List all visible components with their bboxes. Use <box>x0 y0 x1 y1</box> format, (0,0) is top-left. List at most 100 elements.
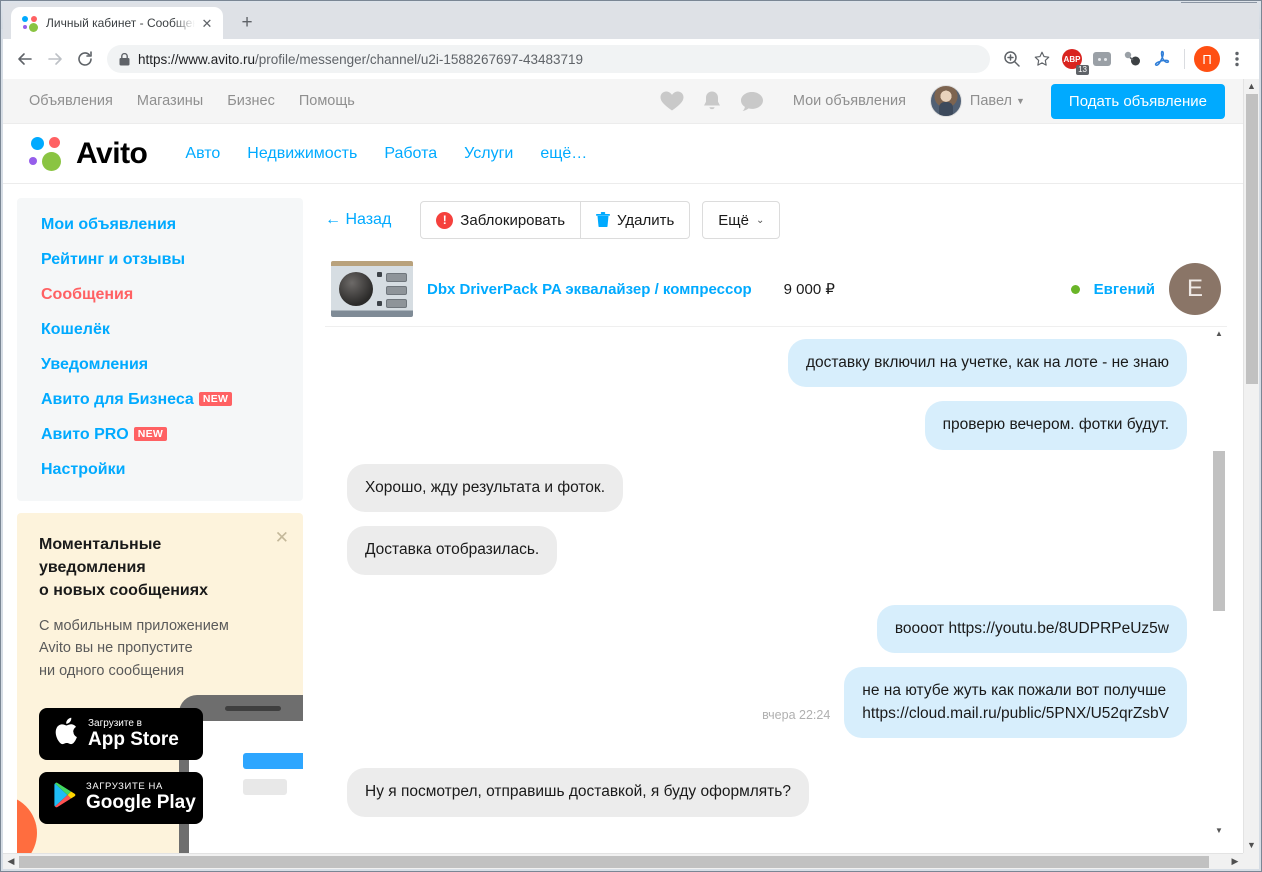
close-tab-icon[interactable]: ✕ <box>199 15 215 31</box>
promo-text-line3: ни одного сообщения <box>39 662 185 679</box>
browser-window: Личный кабинет - Сообщения - Ав ✕ + http… <box>3 3 1259 869</box>
mainnav-item-realestate[interactable]: Недвижимость <box>247 145 357 163</box>
sidebar-item-label: Рейтинг и отзывы <box>41 251 186 268</box>
acrobat-extension-icon[interactable] <box>1148 45 1176 73</box>
scroll-up-icon[interactable]: ▲ <box>1247 79 1256 94</box>
browser-tabstrip: Личный кабинет - Сообщения - Ав ✕ + <box>3 3 1259 39</box>
item-price: 9 000 ₽ <box>783 281 835 298</box>
appstore-main: App Store <box>88 728 179 750</box>
topnav-item-business[interactable]: Бизнес <box>227 93 275 109</box>
mainnav-item-jobs[interactable]: Работа <box>384 145 437 163</box>
zoom-icon[interactable] <box>998 45 1026 73</box>
peer-name[interactable]: Евгений <box>1094 281 1155 298</box>
googleplay-badge[interactable]: ЗАГРУЗИТЕ НА Google Play <box>39 771 203 824</box>
scroll-right-icon[interactable]: ▶ <box>1227 856 1243 867</box>
avito-dots-icon <box>29 135 67 173</box>
profile-avatar[interactable]: П <box>1193 45 1221 73</box>
kebab-menu-icon[interactable] <box>1223 45 1251 73</box>
googleplay-sub: ЗАГРУЗИТЕ НА <box>86 780 163 792</box>
googleplay-main: Google Play <box>86 792 196 814</box>
extension-gray-icon[interactable] <box>1088 45 1116 73</box>
message-row: доставку включил на учетке, как на лоте … <box>347 339 1187 388</box>
mainnav-item-auto[interactable]: Авто <box>185 145 220 163</box>
tab-title: Личный кабинет - Сообщения - Ав <box>46 16 195 30</box>
peer-avatar[interactable]: Е <box>1169 263 1221 315</box>
sidebar-item-my-ads[interactable]: Мои объявления <box>41 216 279 234</box>
mainnav-item-services[interactable]: Услуги <box>464 145 513 163</box>
avito-logo[interactable]: Avito <box>29 135 148 173</box>
new-tab-button[interactable]: + <box>233 8 261 36</box>
scroll-down-icon[interactable]: ▼ <box>1215 824 1223 838</box>
block-button[interactable]: ! Заблокировать <box>420 201 582 239</box>
more-button[interactable]: Ещё ⌄ <box>702 201 781 239</box>
sidebar-item-messages[interactable]: Сообщения <box>41 286 279 304</box>
page-vertical-scrollbar[interactable]: ▲ ▼ <box>1243 79 1259 853</box>
sidebar-item-settings[interactable]: Настройки <box>41 461 279 479</box>
reload-icon[interactable] <box>71 45 99 73</box>
chat-bubble-icon[interactable] <box>739 89 765 113</box>
message-row: вчера 22:24 не на ютубе жуть как пожали … <box>347 667 1187 739</box>
page-hscroll-track[interactable] <box>19 854 1227 870</box>
heart-icon[interactable] <box>659 89 685 113</box>
message-row: Доставка отобразилась. <box>347 526 1187 575</box>
page-horizontal-scrollbar[interactable]: ◀ ▶ <box>3 853 1243 869</box>
topnav-item-shops[interactable]: Магазины <box>137 93 203 109</box>
molecule-extension-icon[interactable] <box>1118 45 1146 73</box>
chat-scrollbar[interactable]: ▲ ▼ <box>1211 327 1227 838</box>
message-bubble-outgoing: доставку включил на учетке, как на лоте … <box>787 339 1187 388</box>
sidebar-item-wallet[interactable]: Кошелёк <box>41 321 279 339</box>
block-button-label: Заблокировать <box>460 211 566 229</box>
submit-ad-button[interactable]: Подать объявление <box>1050 83 1225 119</box>
page-vscroll-thumb[interactable] <box>1245 94 1258 384</box>
address-bar[interactable]: https://www.avito.ru/profile/messenger/c… <box>107 45 990 73</box>
topnav-item-ads[interactable]: Объявления <box>29 93 113 109</box>
close-icon[interactable]: ✕ <box>275 529 289 546</box>
sidebar-item-label: Настройки <box>41 461 126 478</box>
sidebar-item-label: Авито PRO <box>41 426 129 443</box>
chat-scrollbar-track[interactable] <box>1213 341 1225 824</box>
adblock-label: ABP <box>1063 54 1081 64</box>
page-vscroll-track[interactable] <box>1244 94 1260 838</box>
adblock-count: 13 <box>1076 65 1089 75</box>
messenger-panel: ← Назад ! Заблокировать Удалить Ещё ⌄ Db… <box>303 184 1243 853</box>
delete-button[interactable]: Удалить <box>581 201 691 239</box>
message-timestamp: вчера 22:24 <box>762 708 831 723</box>
sidebar-item-business[interactable]: Авито для Бизнеса NEW <box>41 391 279 409</box>
bell-icon[interactable] <box>701 89 723 113</box>
sidebar-item-rating[interactable]: Рейтинг и отзывы <box>41 251 279 269</box>
badge-new: NEW <box>133 427 168 441</box>
apple-icon <box>53 716 79 751</box>
scroll-left-icon[interactable]: ◀ <box>3 856 19 867</box>
back-arrow-icon[interactable] <box>11 45 39 73</box>
chat-scrollbar-thumb[interactable] <box>1213 451 1225 611</box>
block-icon: ! <box>436 211 454 229</box>
browser-tab[interactable]: Личный кабинет - Сообщения - Ав ✕ <box>11 7 223 39</box>
page-hscroll-thumb[interactable] <box>19 855 1209 868</box>
lock-icon <box>119 52 130 66</box>
scroll-up-icon[interactable]: ▲ <box>1215 327 1223 341</box>
browser-toolbar: https://www.avito.ru/profile/messenger/c… <box>3 39 1259 79</box>
mainnav-item-more[interactable]: ещё… <box>540 145 587 163</box>
item-thumbnail[interactable] <box>331 261 413 317</box>
my-ads-link[interactable]: Мои объявления <box>793 93 906 109</box>
topnav-item-help[interactable]: Помощь <box>299 93 355 109</box>
promo-text: С мобильным приложением Avito вы не проп… <box>39 615 281 682</box>
item-title-link[interactable]: Dbx DriverPack PA эквалайзер / компрессо… <box>427 281 752 298</box>
peer-info: Евгений Е <box>1070 263 1221 315</box>
message-row: воооот https://youtu.be/8UDPRPeUz5w <box>347 604 1187 654</box>
avito-dots-icon <box>22 15 38 32</box>
user-menu[interactable]: Павел ▼ <box>929 85 1025 117</box>
google-play-icon <box>53 782 77 813</box>
scroll-down-icon[interactable]: ▼ <box>1247 838 1256 853</box>
site-topnav: Объявления Магазины Бизнес Помощь <box>29 93 355 109</box>
adblock-extension-icon[interactable]: ABP 13 <box>1058 45 1089 75</box>
sidebar-item-notifications[interactable]: Уведомления <box>41 356 279 374</box>
avito-logo-text: Avito <box>76 136 148 170</box>
forward-arrow-icon <box>41 45 69 73</box>
sidebar-item-pro[interactable]: Авито PRO NEW <box>41 426 279 444</box>
promo-title-line3: о новых сообщениях <box>39 582 208 600</box>
star-icon[interactable] <box>1028 45 1056 73</box>
back-link[interactable]: ← Назад <box>325 211 391 229</box>
site-mainnav: Авто Недвижимость Работа Услуги ещё… <box>185 145 587 163</box>
appstore-badge[interactable]: Загрузите в App Store <box>39 707 203 760</box>
